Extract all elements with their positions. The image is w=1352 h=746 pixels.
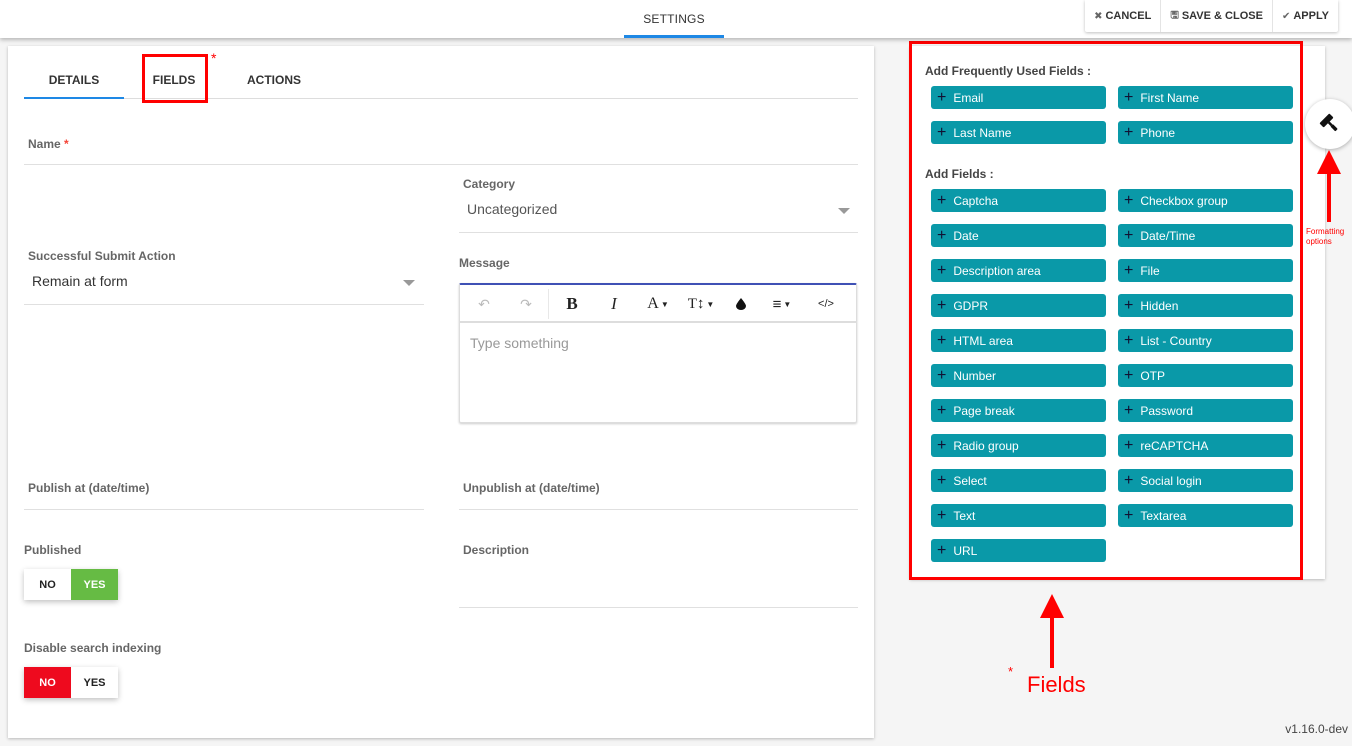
publish-at-label: Publish at (date/time) bbox=[28, 481, 150, 495]
cancel-label: CANCEL bbox=[1105, 10, 1152, 22]
action-buttons: ✖ CANCEL 🖫 SAVE & CLOSE ✔ APPLY bbox=[1085, 0, 1338, 32]
top-bar: SETTINGS ✖ CANCEL 🖫 SAVE & CLOSE ✔ APPLY bbox=[0, 0, 1352, 38]
cancel-button[interactable]: ✖ CANCEL bbox=[1085, 0, 1162, 32]
caret-down-icon: ▼ bbox=[706, 299, 715, 309]
editor-placeholder: Type something bbox=[470, 335, 569, 351]
unpublish-at-label: Unpublish at (date/time) bbox=[463, 481, 600, 495]
formatting-options-button[interactable] bbox=[1305, 99, 1352, 149]
editor-toolbar: ↶ ↷ B I A ▼ T↕ ▼ ≡ ▼ </> bbox=[460, 285, 856, 323]
disable-indexing-toggle: NO YES bbox=[24, 667, 118, 698]
paint-roller-icon bbox=[1319, 113, 1338, 132]
check-icon: ✔ bbox=[1281, 10, 1291, 22]
close-icon: ✖ bbox=[1094, 10, 1103, 22]
save-close-button[interactable]: 🖫 SAVE & CLOSE bbox=[1161, 0, 1273, 32]
version-label: v1.16.0-dev bbox=[1285, 722, 1348, 736]
tab-details-label: DETAILS bbox=[48, 73, 100, 87]
annotation-star: * bbox=[1008, 664, 1014, 679]
details-card: DETAILS FIELDS ACTIONS Name * Category U… bbox=[8, 46, 874, 738]
font-color-button[interactable]: A ▼ bbox=[642, 285, 674, 323]
tab-actions-label: ACTIONS bbox=[247, 73, 301, 87]
message-label: Message bbox=[459, 256, 510, 270]
bold-icon: B bbox=[566, 294, 578, 313]
publish-at-input[interactable] bbox=[24, 509, 424, 510]
toolbar-divider bbox=[548, 289, 549, 319]
tab-settings[interactable]: SETTINGS bbox=[624, 0, 724, 38]
caret-down-icon: ▼ bbox=[660, 299, 669, 309]
droplet-icon bbox=[736, 298, 746, 310]
code-icon: </> bbox=[818, 298, 834, 310]
active-tab-indicator bbox=[624, 35, 724, 38]
annotation-star: * bbox=[211, 50, 217, 66]
fields-tab-highlight bbox=[142, 54, 208, 103]
undo-button[interactable]: ↶ bbox=[470, 285, 498, 323]
category-underline bbox=[459, 232, 858, 233]
indexing-no-option[interactable]: NO bbox=[24, 667, 71, 698]
caret-down-icon: ▼ bbox=[783, 299, 792, 309]
chevron-down-icon bbox=[838, 208, 850, 214]
tab-details[interactable]: DETAILS bbox=[24, 64, 124, 99]
name-input[interactable] bbox=[24, 164, 858, 165]
save-close-label: SAVE & CLOSE bbox=[1181, 10, 1263, 22]
description-input[interactable] bbox=[459, 607, 858, 608]
submit-action-label: Successful Submit Action bbox=[28, 249, 176, 263]
published-label: Published bbox=[24, 543, 82, 557]
font-size-icon: T↕ bbox=[687, 295, 705, 312]
bold-button[interactable]: B bbox=[558, 285, 586, 323]
undo-icon: ↶ bbox=[478, 295, 490, 312]
published-toggle: NO YES bbox=[24, 569, 118, 600]
published-no-option[interactable]: NO bbox=[24, 569, 71, 600]
arrow-up-icon bbox=[1317, 150, 1341, 174]
fields-panel-highlight bbox=[909, 41, 1303, 580]
description-label: Description bbox=[463, 543, 530, 557]
category-value: Uncategorized bbox=[467, 201, 558, 217]
published-yes-option[interactable]: YES bbox=[71, 569, 118, 600]
category-label: Category bbox=[463, 177, 516, 191]
align-icon: ≡ bbox=[772, 295, 782, 313]
save-icon: 🖫 bbox=[1170, 9, 1179, 21]
submit-action-value: Remain at form bbox=[32, 273, 128, 289]
required-mark: * bbox=[64, 137, 69, 151]
formatting-options-annotation: Formatting options bbox=[1306, 227, 1345, 246]
code-view-button[interactable]: </> bbox=[812, 285, 840, 323]
indexing-yes-option[interactable]: YES bbox=[71, 667, 118, 698]
redo-icon: ↷ bbox=[520, 295, 532, 312]
redo-button[interactable]: ↷ bbox=[512, 285, 540, 323]
apply-label: APPLY bbox=[1293, 10, 1329, 22]
active-tab-indicator bbox=[24, 97, 124, 99]
tab-actions[interactable]: ACTIONS bbox=[236, 64, 312, 98]
submit-action-underline bbox=[24, 304, 424, 305]
align-button[interactable]: ≡ ▼ bbox=[764, 285, 800, 323]
arrow-shaft bbox=[1327, 172, 1331, 222]
message-editor: ↶ ↷ B I A ▼ T↕ ▼ ≡ ▼ </> Type something bbox=[459, 283, 857, 423]
italic-button[interactable]: I bbox=[600, 285, 628, 323]
highlight-button[interactable] bbox=[728, 285, 754, 323]
chevron-down-icon bbox=[403, 280, 415, 286]
apply-button[interactable]: ✔ APPLY bbox=[1273, 0, 1338, 32]
font-color-icon: A bbox=[647, 295, 659, 312]
arrow-up-icon bbox=[1040, 594, 1064, 618]
font-size-button[interactable]: T↕ ▼ bbox=[684, 285, 718, 323]
fields-annotation: Fields bbox=[1027, 672, 1086, 697]
tab-settings-label: SETTINGS bbox=[643, 12, 705, 26]
unpublish-at-input[interactable] bbox=[459, 509, 858, 510]
italic-icon: I bbox=[611, 294, 617, 313]
editor-content[interactable]: Type something bbox=[470, 335, 569, 351]
disable-indexing-label: Disable search indexing bbox=[24, 641, 162, 655]
name-label: Name * bbox=[28, 137, 69, 151]
arrow-shaft bbox=[1050, 616, 1054, 668]
